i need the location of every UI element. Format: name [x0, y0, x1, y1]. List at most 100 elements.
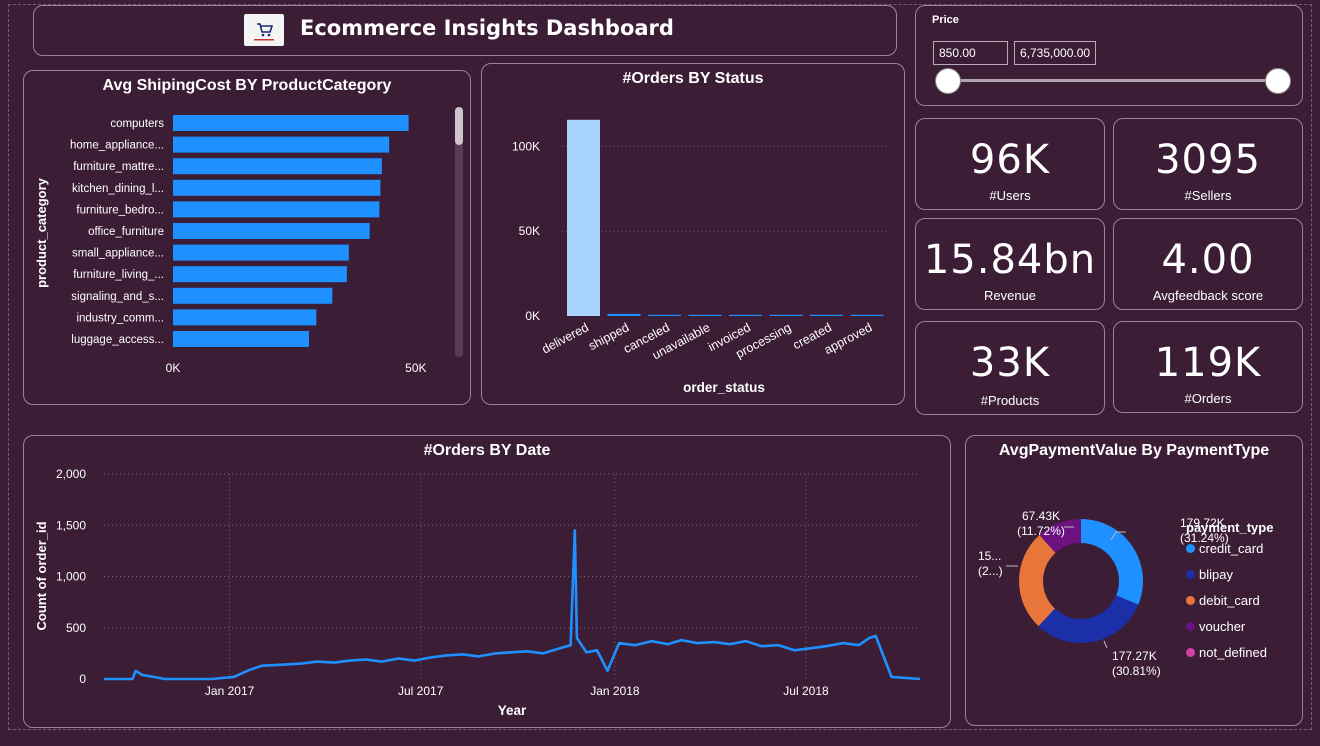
kpi-sellers-card: 3095 #Sellers	[1113, 118, 1303, 210]
price-slider-track[interactable]	[946, 79, 1278, 82]
bar-3	[688, 314, 722, 316]
category-label: office_furniture	[88, 226, 164, 238]
category-label: home_appliance...	[70, 140, 164, 152]
bar-5	[769, 314, 803, 316]
bar-2	[173, 158, 382, 175]
series-line	[104, 529, 921, 681]
bar-8	[173, 287, 333, 304]
shipping-cost-chart-card: Avg ShipingCost BY ProductCategory compu…	[23, 70, 471, 405]
kpi-feedback-card: 4.00 Avgfeedback score	[1113, 218, 1303, 310]
cart-logo-icon	[244, 14, 284, 46]
x-tick-label: Jan 2018	[590, 684, 640, 698]
category-label: furniture_living_...	[73, 269, 164, 281]
y-axis-label: Count of order_id	[34, 521, 49, 630]
legend-dot-icon	[1186, 622, 1195, 631]
price-slider-low-handle[interactable]	[935, 68, 961, 94]
category-label: furniture_bedro...	[76, 204, 164, 216]
legend-item-voucher[interactable]: voucher	[1186, 619, 1245, 634]
kpi-revenue-value: 15.84bn	[923, 237, 1097, 283]
slice-value-label: 177.27K	[1112, 649, 1157, 663]
y-tick-label: 2,000	[56, 467, 86, 481]
bar-1	[607, 313, 641, 316]
kpi-products-value: 33K	[969, 340, 1051, 386]
donut-slice-blipay	[1038, 595, 1139, 644]
legend-dot-icon	[1186, 570, 1195, 579]
slice-pct-label: (30.81%)	[1112, 664, 1161, 678]
category-label: signaling_and_s...	[71, 291, 164, 303]
x-tick-label: Jan 2017	[205, 684, 255, 698]
donut-slice-credit_card	[1081, 519, 1144, 605]
bar-10	[173, 331, 309, 347]
orders-date-chart: 0 500 1,000 1,500 2,000 Jan 2017 Jul 2017 Jan 2…	[34, 467, 921, 718]
price-max-input[interactable]: 6,735,000.00	[1014, 41, 1096, 65]
y-axis-label: product_category	[34, 177, 49, 288]
price-filter-label: Price	[932, 14, 959, 26]
slice-pct-label: (2...)	[978, 564, 1003, 578]
legend-dot-icon	[1186, 596, 1195, 605]
kpi-orders-value: 119K	[1154, 340, 1262, 386]
price-min-input[interactable]: 850.00	[933, 41, 1008, 65]
shipping-cost-chart: computers home_appliance... furniture_matt…	[34, 115, 427, 375]
shipping-cost-scrollbar[interactable]	[455, 107, 463, 357]
bar-9	[173, 309, 317, 326]
legend-item-not-defined[interactable]: not_defined	[1186, 645, 1267, 660]
y-tick-label: 500	[66, 621, 86, 635]
kpi-products-card: 33K #Products	[915, 321, 1105, 415]
bar-0	[173, 115, 409, 131]
kpi-revenue-label: Revenue	[983, 288, 1037, 303]
legend-label: credit_card	[1199, 541, 1264, 556]
category-label: furniture_mattre...	[73, 161, 164, 173]
y-tick-label: 1,500	[56, 518, 86, 532]
x-tick-label: Jul 2018	[783, 684, 829, 698]
payment-chart-card: AvgPaymentValue By PaymentType 179.72K (3…	[965, 435, 1303, 726]
payment-legend-title: payment_type	[1186, 520, 1274, 535]
y-tick-label: 100K	[512, 139, 540, 153]
kpi-revenue-card: 15.84bn Revenue	[915, 218, 1105, 310]
legend-label: voucher	[1199, 619, 1246, 634]
legend-dot-icon	[1186, 648, 1195, 657]
donut-slice-debit_card	[1018, 535, 1056, 627]
bar-2	[648, 314, 681, 316]
bar-6	[810, 314, 843, 316]
legend-item-blipay[interactable]: blipay	[1186, 567, 1233, 582]
kpi-orders-label: #Orders	[1184, 391, 1232, 406]
legend-item-credit-card[interactable]: credit_card	[1186, 541, 1263, 556]
bar-7	[850, 314, 884, 316]
bar-4	[173, 201, 380, 218]
payment-donut-chart: 179.72K(31.24%)177.27K(30.81%)15...(2...…	[978, 509, 1229, 678]
kpi-products-label: #Products	[980, 393, 1040, 408]
y-tick-label: 1,000	[56, 570, 86, 584]
shipping-cost-scrollbar-thumb[interactable]	[455, 107, 463, 145]
y-tick-label: 0K	[525, 309, 540, 323]
bar-0	[567, 119, 600, 316]
legend-label: debit_card	[1199, 593, 1260, 608]
legend-label: not_defined	[1199, 645, 1267, 660]
leader-line	[1103, 640, 1108, 649]
kpi-users-value: 96K	[969, 137, 1051, 183]
kpi-orders-card: 119K #Orders	[1113, 321, 1303, 413]
kpi-users-card: 96K #Users	[915, 118, 1105, 210]
x-axis-label: Year	[498, 703, 527, 718]
bar-4	[729, 314, 762, 316]
bar-6	[173, 244, 349, 261]
x-tick-label: delivered	[540, 320, 591, 356]
category-label: computers	[110, 118, 164, 130]
price-slider-high-handle[interactable]	[1265, 68, 1291, 94]
legend-dot-icon	[1186, 544, 1195, 553]
legend-item-debit-card[interactable]: debit_card	[1186, 593, 1260, 608]
category-label: luggage_access...	[71, 334, 164, 346]
kpi-sellers-label: #Sellers	[1184, 188, 1232, 203]
price-filter-card: Price 850.00 6,735,000.00	[915, 5, 1303, 106]
bar-7	[173, 266, 347, 283]
orders-status-chart-card: #Orders BY Status 0K 50K 100K delivered ship…	[481, 63, 905, 405]
category-label: industry_comm...	[76, 312, 164, 324]
kpi-users-label: #Users	[989, 188, 1031, 203]
x-tick-label: 50K	[405, 361, 426, 375]
legend-label: blipay	[1199, 567, 1233, 582]
bar-3	[173, 179, 381, 196]
y-tick-label: 50K	[519, 224, 540, 238]
category-label: kitchen_dining_l...	[72, 183, 164, 195]
bar-1	[173, 136, 390, 153]
bar-5	[173, 223, 370, 239]
slice-value-label: 67.43K	[1022, 509, 1060, 523]
